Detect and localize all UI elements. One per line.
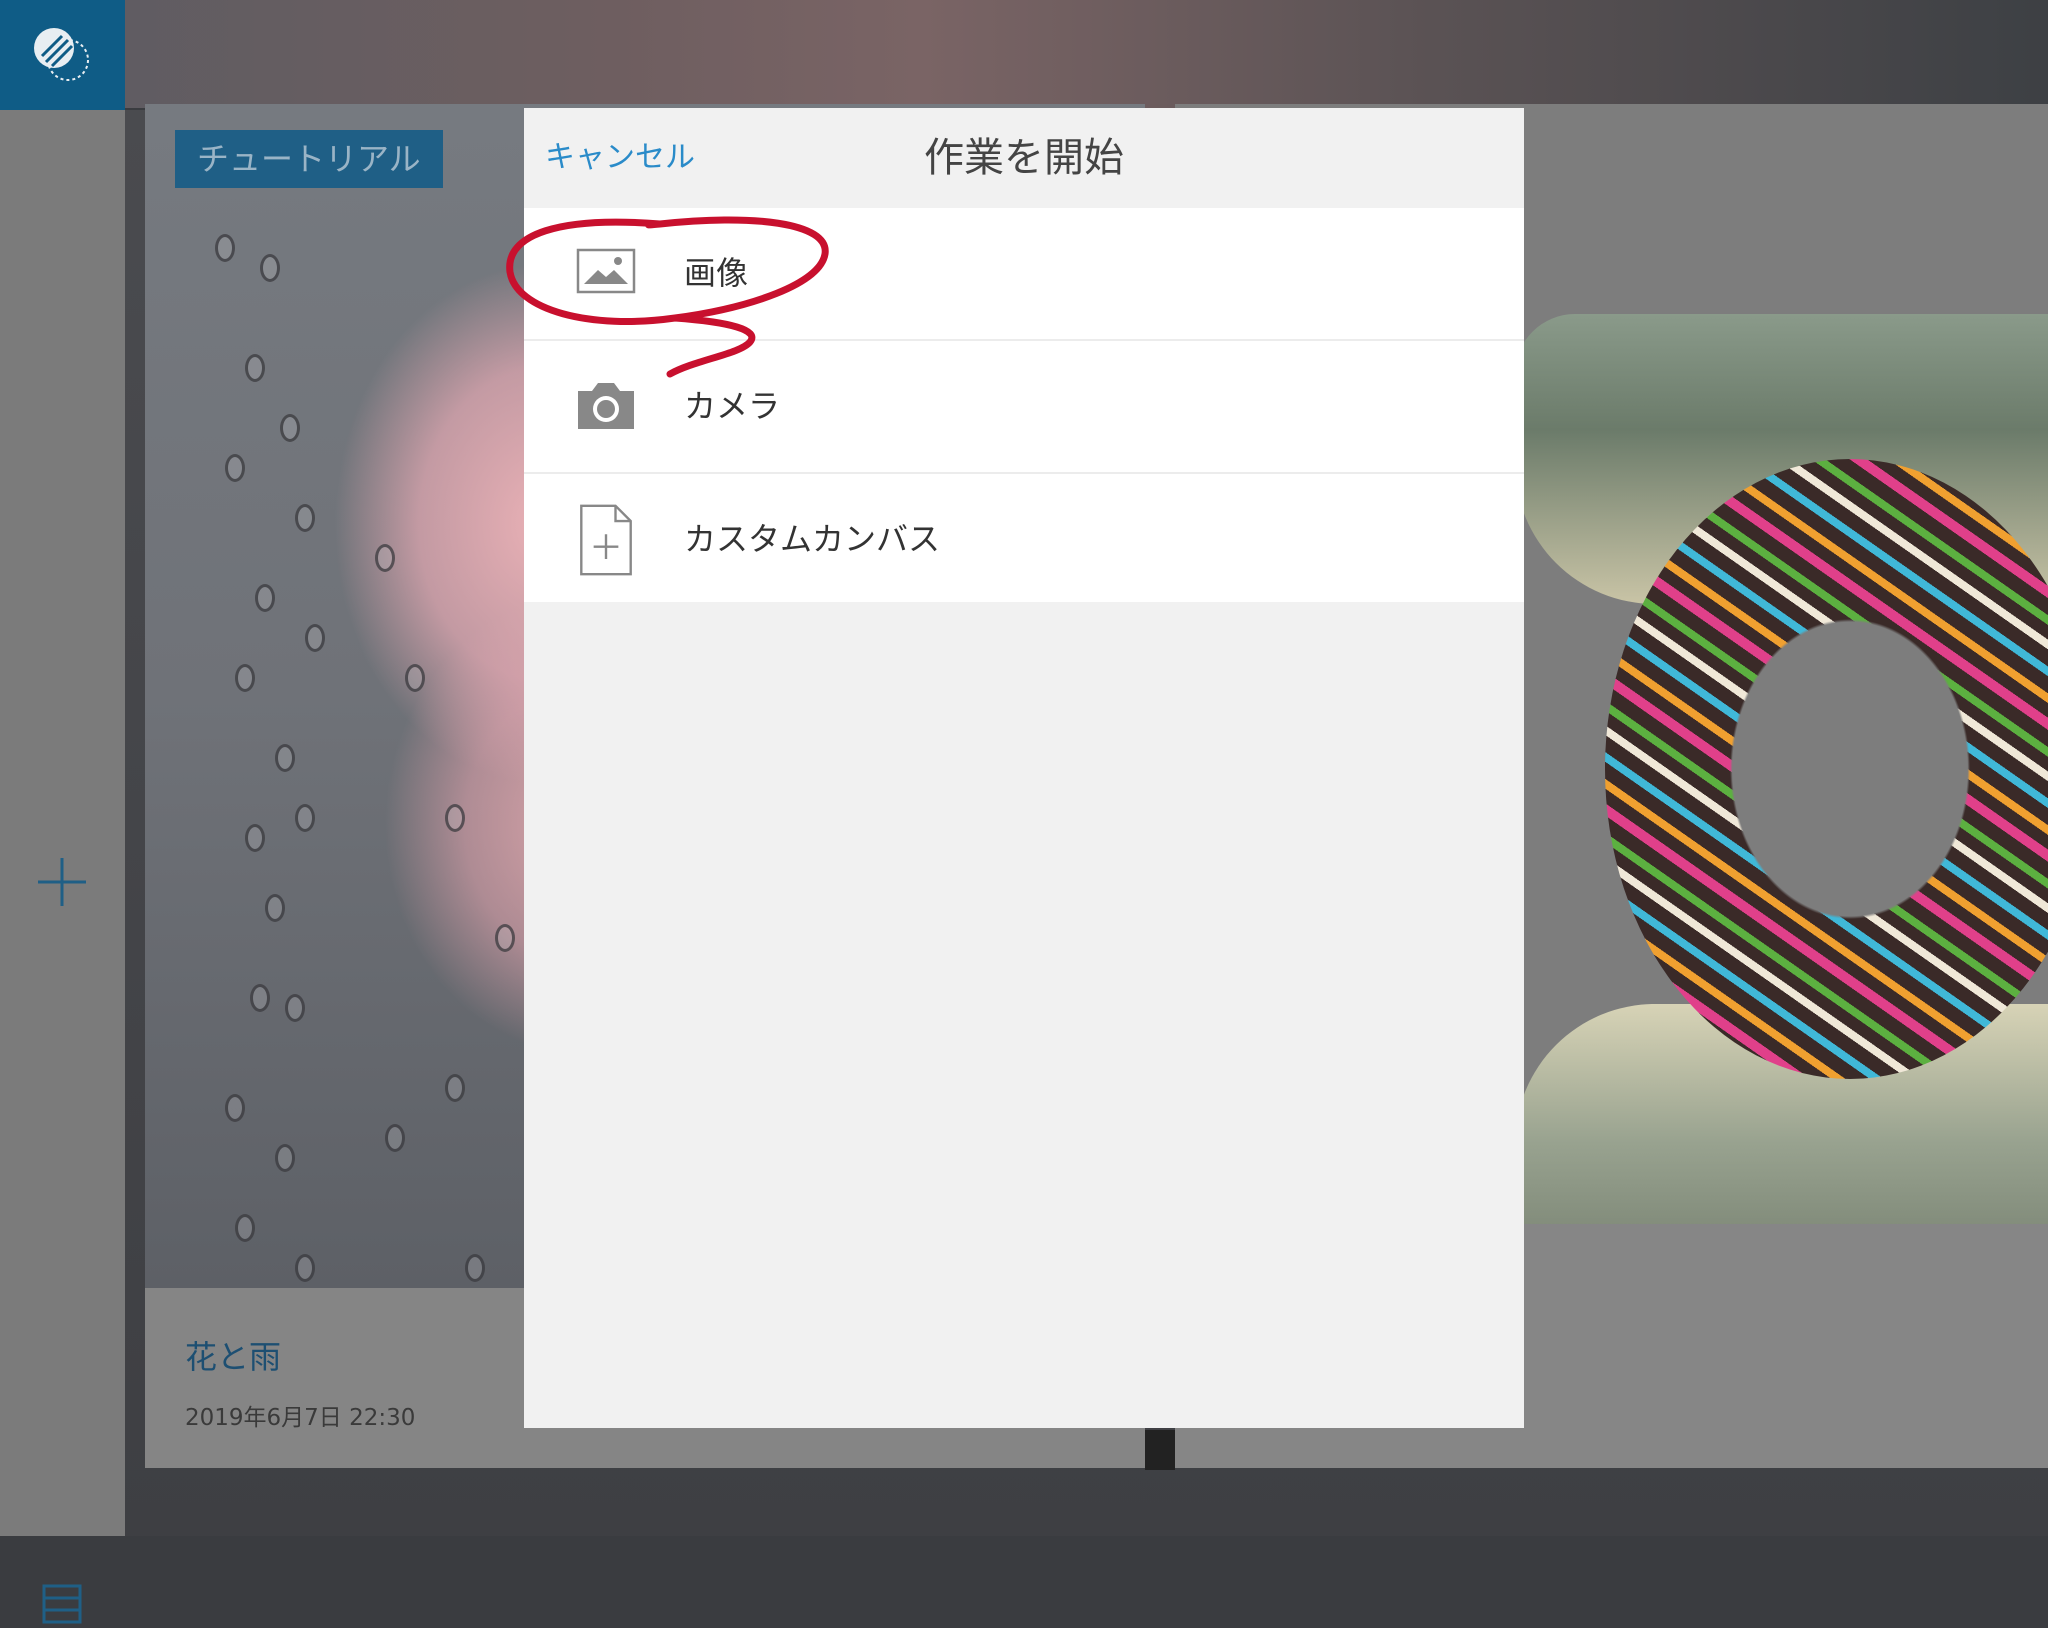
project-title: 花と雨 (185, 1338, 282, 1376)
start-work-dialog: 作業を開始 キャンセル 画像 カメラ カスタムカンバス (524, 108, 1524, 1428)
tutorial-badge: チュートリアル (175, 130, 443, 188)
option-camera[interactable]: カメラ (524, 341, 1524, 474)
list-view-button[interactable] (42, 1584, 82, 1624)
add-project-button[interactable] (36, 856, 88, 908)
app-logo-icon (33, 28, 89, 81)
card-gap (1145, 1430, 1175, 1470)
sidebar (0, 110, 125, 1624)
plus-icon (38, 858, 86, 906)
camera-icon (578, 383, 634, 429)
option-list: 画像 カメラ カスタムカンバス (524, 208, 1524, 602)
new-document-icon (580, 504, 632, 576)
option-custom-canvas[interactable]: カスタムカンバス (524, 474, 1524, 602)
top-bar (0, 0, 2048, 108)
project-date: 2019年6月7日 22:30 (185, 1405, 416, 1431)
dialog-header: 作業を開始 キャンセル (524, 108, 1524, 208)
option-label: カメラ (684, 387, 781, 425)
app-logo[interactable] (0, 0, 125, 110)
cancel-button[interactable]: キャンセル (545, 108, 695, 208)
option-image[interactable]: 画像 (524, 208, 1524, 341)
option-label: カスタムカンバス (684, 520, 941, 558)
option-label: 画像 (684, 254, 749, 292)
list-view-icon (42, 1584, 82, 1624)
image-icon (576, 248, 636, 294)
